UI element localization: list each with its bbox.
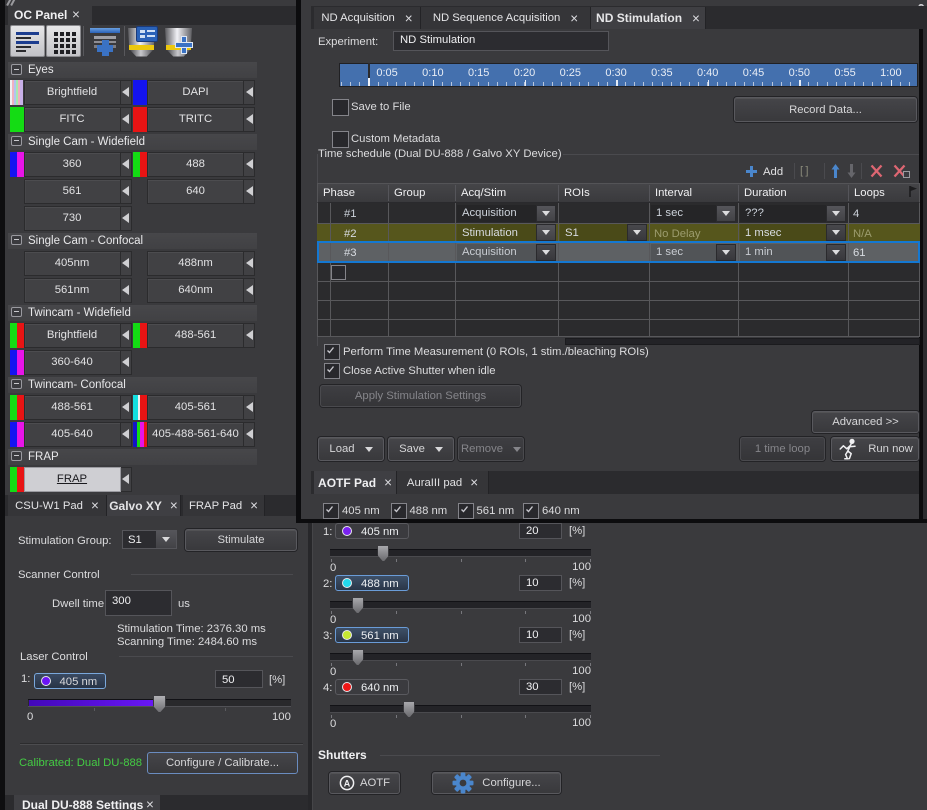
- svg-text:A: A: [344, 778, 351, 788]
